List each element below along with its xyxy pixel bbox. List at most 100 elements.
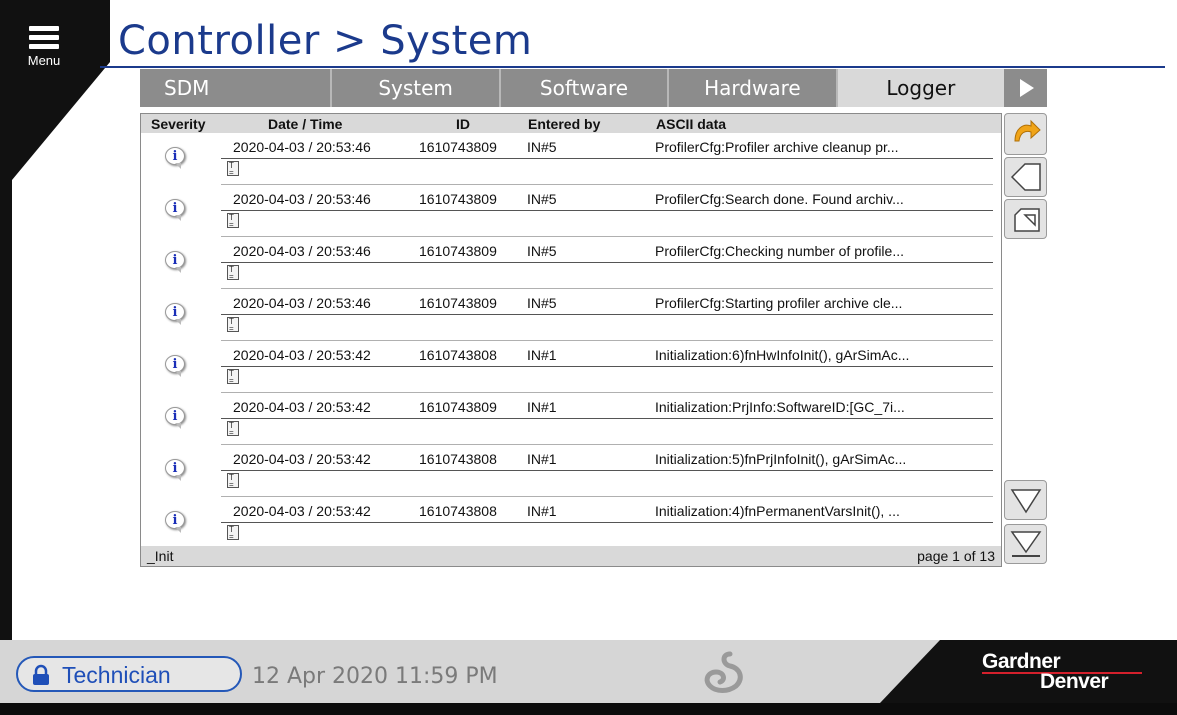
detail-document-icon[interactable]: T = <box>227 265 239 281</box>
system-datetime: 12 Apr 2020 11:59 PM <box>252 664 498 689</box>
info-icon: i <box>165 459 187 483</box>
cell-ascii: ProfilerCfg:Profiler archive cleanup pr.… <box>655 139 899 155</box>
tab-software[interactable]: Software <box>500 69 670 107</box>
lock-icon <box>33 664 49 685</box>
cell-ascii: Initialization:5)fnPrjInfoInit(), gArSim… <box>655 451 907 467</box>
cell-id: 1610743809 <box>419 139 497 155</box>
scroll-end-icon <box>1010 531 1042 557</box>
tab-logger[interactable]: Logger <box>837 69 1005 107</box>
menu-label: Menu <box>27 53 61 68</box>
row-rule <box>221 262 993 263</box>
logger-table: Severity Date / Time ID Entered by ASCII… <box>140 113 1002 567</box>
user-role-button[interactable]: Technician <box>16 656 242 692</box>
detail-document-icon[interactable]: T = <box>227 161 239 177</box>
cell-entered-by: IN#5 <box>527 139 557 155</box>
row-rule <box>221 210 993 211</box>
menu-button[interactable]: Menu <box>22 18 66 78</box>
cell-datetime: 2020-04-03 / 20:53:42 <box>233 451 371 467</box>
table-row[interactable]: i 2020-04-03 / 20:53:46 1610743809 IN#5 Prof… <box>141 289 1001 341</box>
refresh-button[interactable] <box>1004 113 1047 155</box>
info-icon: i <box>165 303 187 327</box>
cell-entered-by: IN#1 <box>527 347 557 363</box>
cell-ascii: Initialization:6)fnHwInfoInit(), gArSimA… <box>655 347 910 363</box>
cell-id: 1610743809 <box>419 243 497 259</box>
table-row[interactable]: i 2020-04-03 / 20:53:42 1610743808 IN#1 Init… <box>141 445 1001 497</box>
detail-document-icon[interactable]: T = <box>227 473 239 489</box>
table-row[interactable]: i 2020-04-03 / 20:53:46 1610743809 IN#5 Prof… <box>141 133 1001 185</box>
tab-bar: SDM System Software Hardware Logger <box>140 69 1005 107</box>
table-row[interactable]: i 2020-04-03 / 20:53:42 1610743809 IN#1 Init… <box>141 393 1001 445</box>
column-header-entered-by: Entered by <box>528 116 601 132</box>
info-icon: i <box>165 251 187 275</box>
title-rule <box>100 66 1165 68</box>
info-icon: i <box>165 147 187 171</box>
scroll-down-button[interactable] <box>1004 480 1047 520</box>
tab-system[interactable]: System <box>332 69 501 107</box>
cell-ascii: Initialization:PrjInfo:SoftwareID:[GC_7i… <box>655 399 905 415</box>
cell-id: 1610743809 <box>419 399 497 415</box>
cell-datetime: 2020-04-03 / 20:53:46 <box>233 191 371 207</box>
log-rows: i 2020-04-03 / 20:53:46 1610743809 IN#5 Prof… <box>141 133 1001 549</box>
info-icon: i <box>165 199 187 223</box>
cell-entered-by: IN#1 <box>527 451 557 467</box>
table-row[interactable]: i 2020-04-03 / 20:53:46 1610743809 IN#5 Prof… <box>141 237 1001 289</box>
cell-entered-by: IN#5 <box>527 191 557 207</box>
export-button[interactable] <box>1004 199 1047 239</box>
cell-id: 1610743809 <box>419 295 497 311</box>
table-row[interactable]: i 2020-04-03 / 20:53:46 1610743809 IN#5 Prof… <box>141 185 1001 237</box>
page-title: Controller > System <box>118 18 533 64</box>
filter-label: _Init <box>147 548 174 564</box>
table-row[interactable]: i 2020-04-03 / 20:53:42 1610743808 IN#1 Init… <box>141 341 1001 393</box>
refresh-arrow-icon <box>1014 119 1041 142</box>
brand-mark-icon <box>704 651 743 693</box>
cell-entered-by: IN#5 <box>527 243 557 259</box>
table-row[interactable]: i 2020-04-03 / 20:53:42 1610743808 IN#1 Init… <box>141 497 1001 549</box>
export-icon <box>1014 208 1040 232</box>
scroll-down-icon <box>1010 489 1042 514</box>
detail-document-icon[interactable]: T = <box>227 525 239 541</box>
row-rule <box>221 366 993 367</box>
info-icon: i <box>165 407 187 431</box>
cell-entered-by: IN#1 <box>527 399 557 415</box>
back-arrow-icon <box>1010 163 1041 191</box>
scroll-end-button[interactable] <box>1004 524 1047 564</box>
cell-id: 1610743808 <box>419 347 497 363</box>
bottom-edge <box>0 703 1177 715</box>
next-tab-button[interactable] <box>1004 69 1047 107</box>
info-icon: i <box>165 355 187 379</box>
row-rule <box>221 314 993 315</box>
table-header: Severity Date / Time ID Entered by ASCII… <box>141 114 1001 133</box>
cell-id: 1610743808 <box>419 503 497 519</box>
row-rule <box>221 158 993 159</box>
column-header-ascii: ASCII data <box>656 116 727 132</box>
detail-document-icon[interactable]: T = <box>227 369 239 385</box>
row-rule <box>221 470 993 471</box>
detail-document-icon[interactable]: T = <box>227 421 239 437</box>
detail-document-icon[interactable]: T = <box>227 213 239 229</box>
cell-ascii: Initialization:4)fnPermanentVarsInit(), … <box>655 503 900 519</box>
page-indicator: page 1 of 13 <box>917 548 995 564</box>
cell-id: 1610743808 <box>419 451 497 467</box>
column-header-severity: Severity <box>151 116 206 132</box>
cell-datetime: 2020-04-03 / 20:53:46 <box>233 139 371 155</box>
hamburger-icon <box>22 18 66 49</box>
cell-ascii: ProfilerCfg:Starting profiler archive cl… <box>655 295 903 311</box>
brand-line-2: Denver <box>1040 670 1109 693</box>
cell-datetime: 2020-04-03 / 20:53:42 <box>233 399 371 415</box>
row-rule <box>221 418 993 419</box>
left-strip <box>0 0 110 715</box>
user-role-label: Technician <box>62 662 171 688</box>
cell-id: 1610743809 <box>419 191 497 207</box>
cell-datetime: 2020-04-03 / 20:53:42 <box>233 347 371 363</box>
cell-ascii: ProfilerCfg:Checking number of profile..… <box>655 243 904 259</box>
row-rule <box>221 522 993 523</box>
column-header-id: ID <box>456 116 470 132</box>
cell-datetime: 2020-04-03 / 20:53:46 <box>233 243 371 259</box>
cell-ascii: ProfilerCfg:Search done. Found archiv... <box>655 191 904 207</box>
back-button[interactable] <box>1004 157 1047 197</box>
tab-hardware[interactable]: Hardware <box>669 69 838 107</box>
cell-datetime: 2020-04-03 / 20:53:46 <box>233 295 371 311</box>
table-footer: _Init page 1 of 13 <box>141 546 1001 566</box>
tab-sdm[interactable]: SDM <box>140 69 333 107</box>
detail-document-icon[interactable]: T = <box>227 317 239 333</box>
